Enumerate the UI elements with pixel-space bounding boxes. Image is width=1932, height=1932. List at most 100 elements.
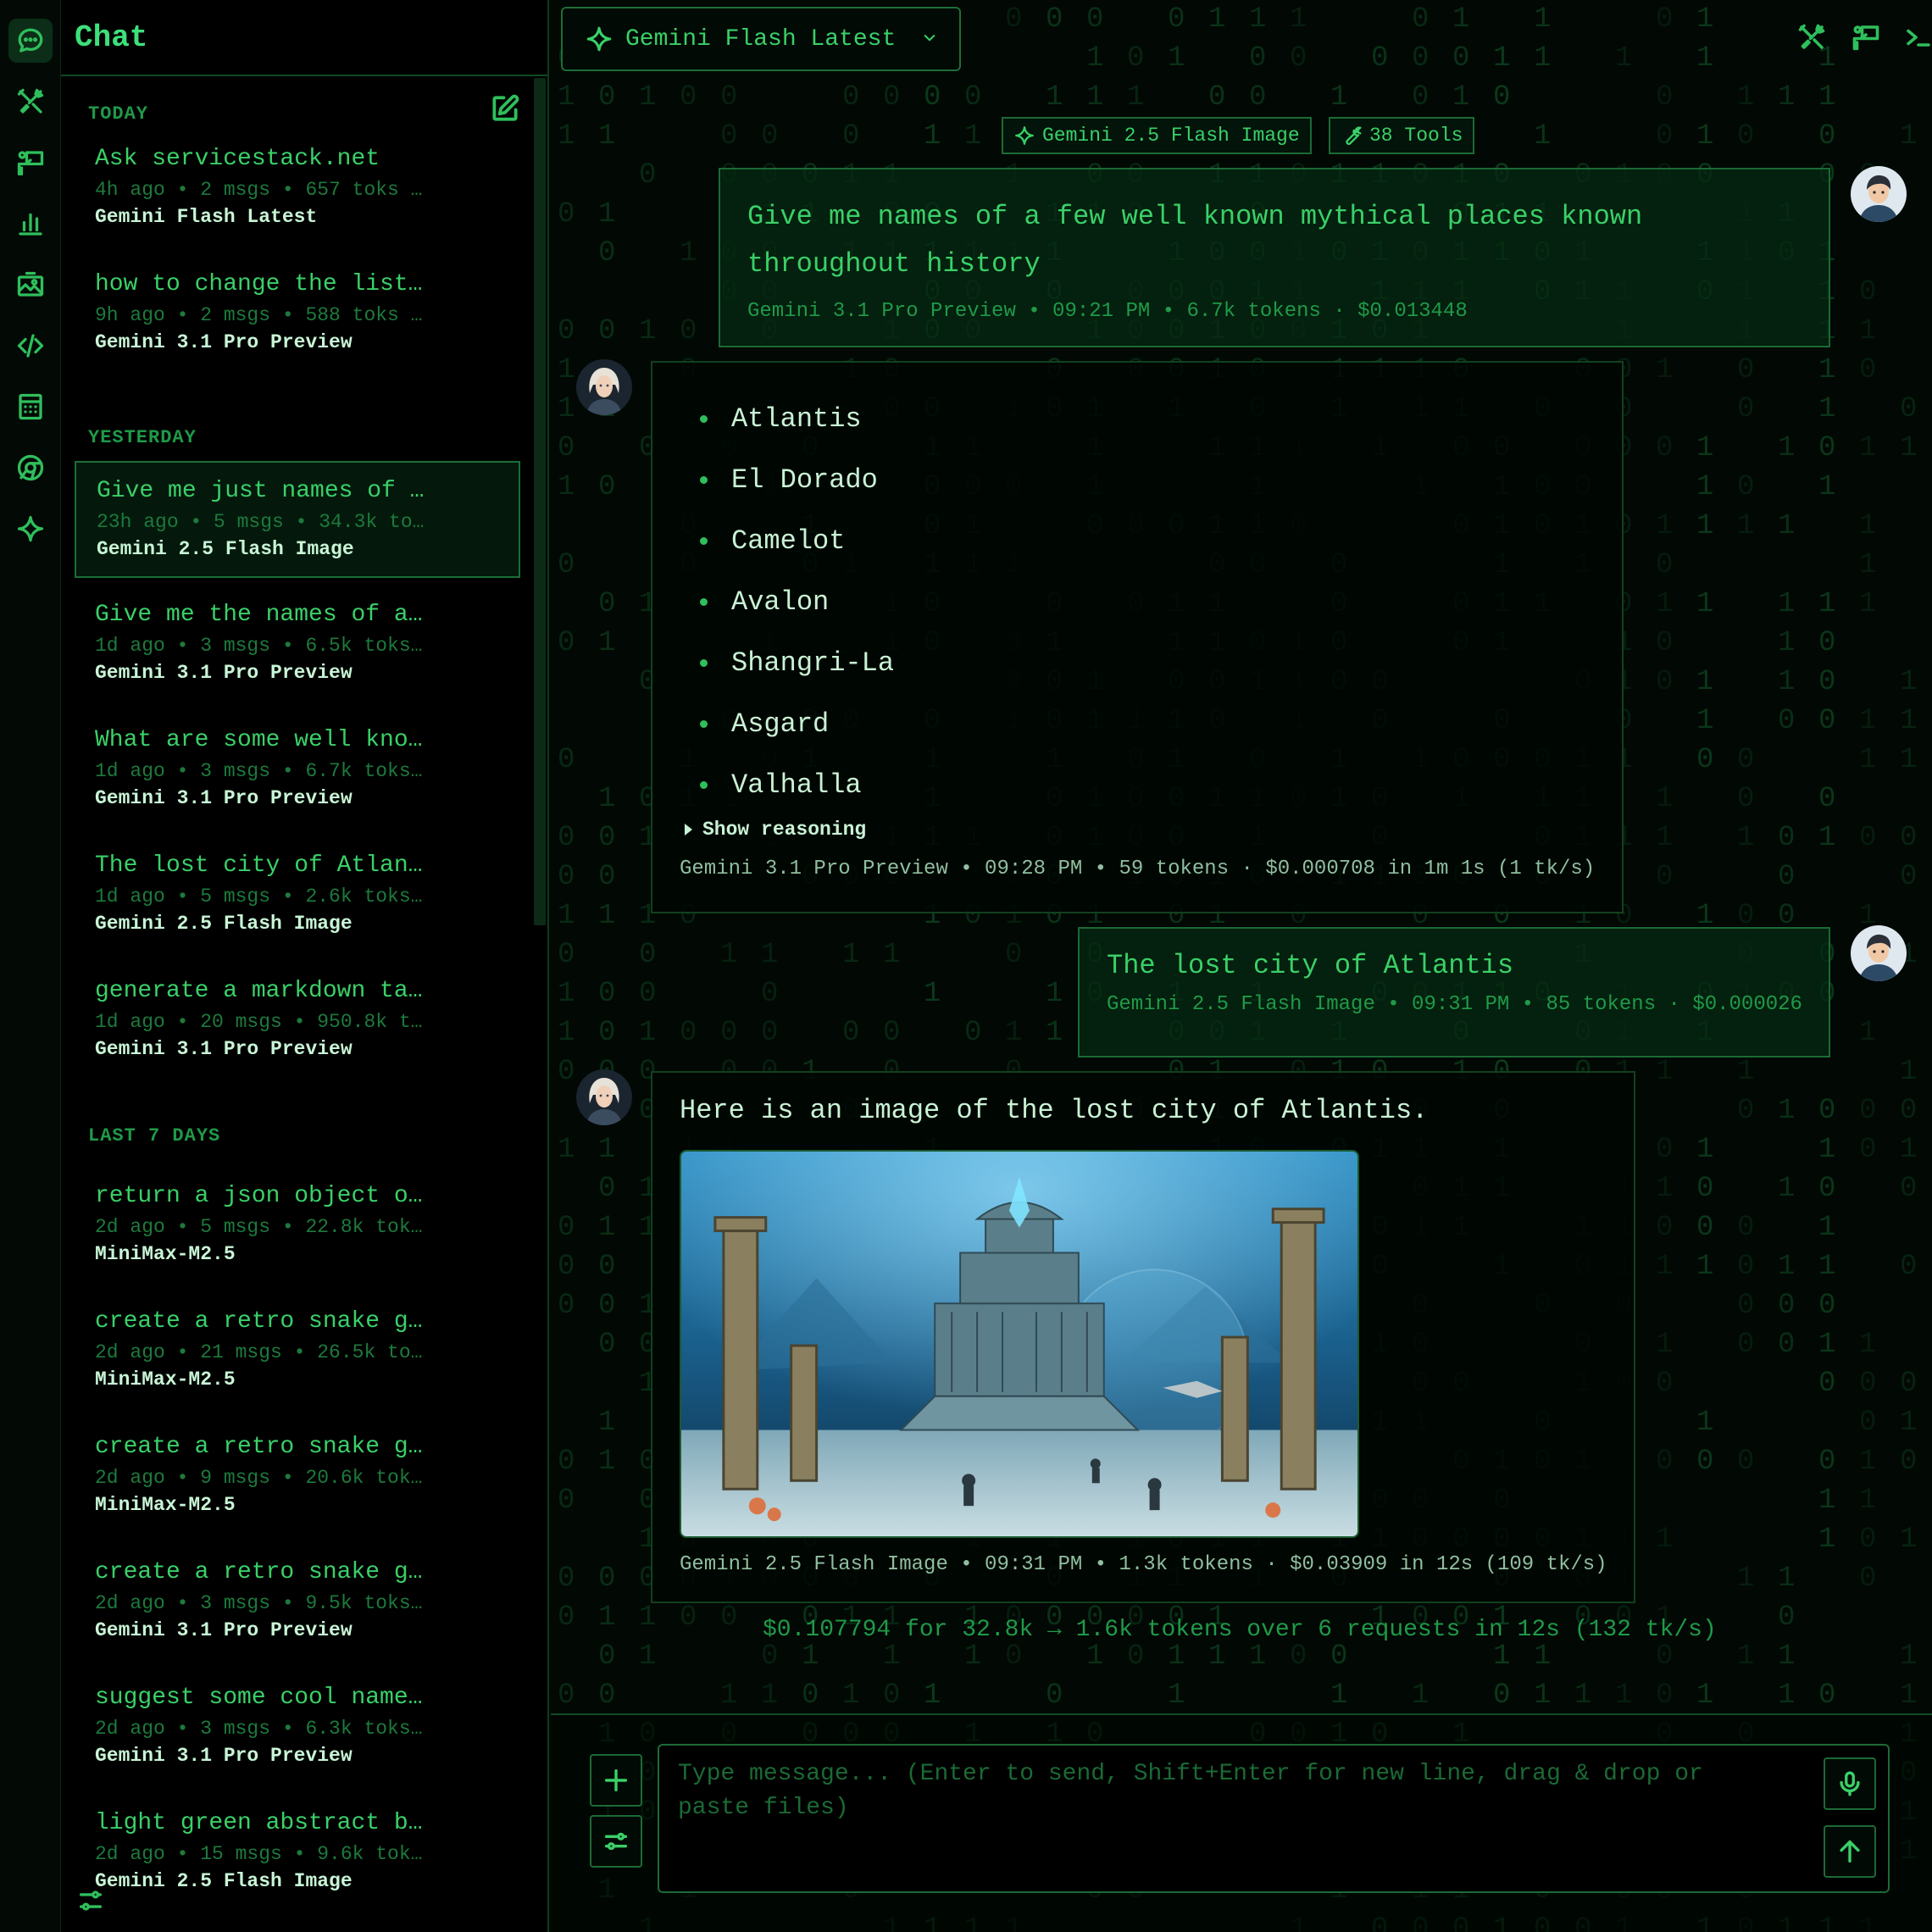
conversation-item[interactable]: create a retro snake g… 2d ago • 3 msgs •… <box>75 1544 520 1661</box>
chat-nav-icon[interactable] <box>8 19 53 63</box>
conversation-item[interactable]: What are some well kno… 1d ago • 3 msgs •… <box>75 712 520 829</box>
plus-icon <box>604 1768 628 1792</box>
conversation-model: Gemini 2.5 Flash Image <box>95 1870 353 1892</box>
conversation-item[interactable]: Give me the names of a… 1d ago • 3 msgs •… <box>75 586 520 703</box>
show-reasoning-label: Show reasoning <box>702 819 867 841</box>
conversation-title: create a retro snake g… <box>95 1434 423 1460</box>
conversation-item[interactable]: return a json object o… 2d ago • 5 msgs •… <box>75 1168 520 1285</box>
message-meta: Gemini 2.5 Flash Image • 09:31 PM • 85 t… <box>1107 993 1802 1016</box>
conversation-item[interactable]: generate a markdown ta… 1d ago • 20 msgs … <box>75 963 520 1080</box>
tools-chip-label: 38 Tools <box>1369 125 1463 147</box>
model-chip[interactable]: Gemini 2.5 Flash Image <box>1002 117 1312 154</box>
conversation-model: Gemini 3.1 Pro Preview <box>95 787 353 809</box>
conversation-item[interactable]: Ask servicestack.net 4h ago • 2 msgs • 65… <box>75 130 520 247</box>
conversation-title: Give me just names of … <box>97 478 425 504</box>
conversation-meta: 2d ago • 5 msgs • 22.8k tok… <box>95 1216 423 1238</box>
show-reasoning-toggle[interactable]: Show reasoning <box>680 819 1595 841</box>
presentation-icon[interactable] <box>1847 19 1885 56</box>
message-input[interactable] <box>658 1744 1890 1893</box>
analytics-nav-icon[interactable] <box>8 202 53 246</box>
conversation-meta: 9h ago • 2 msgs • 588 toks … <box>95 304 423 326</box>
sliders-icon <box>604 1832 628 1851</box>
conversation-list[interactable]: TODAY YESTERDAY LAST 7 DAYS Ask services… <box>61 78 534 1932</box>
send-button[interactable] <box>1824 1825 1876 1878</box>
list-item: El Dorado <box>680 449 1595 510</box>
conversation-meta: 23h ago • 5 msgs • 34.3k to… <box>97 511 425 533</box>
caret-right-icon <box>685 824 692 836</box>
conversation-title: create a retro snake g… <box>95 1559 423 1585</box>
gemini-icon <box>1015 126 1034 145</box>
conversation-item[interactable]: create a retro snake g… 2d ago • 21 msgs … <box>75 1293 520 1410</box>
conversation-meta: 4h ago • 2 msgs • 657 toks … <box>95 179 423 201</box>
list-item: Atlantis <box>680 388 1595 449</box>
model-selector-label: Gemini Flash Latest <box>625 25 897 53</box>
conversation-title: return a json object o… <box>95 1183 423 1209</box>
group-label-today: TODAY <box>88 103 149 125</box>
conversation-model: Gemini 2.5 Flash Image <box>95 913 353 935</box>
conversation-title: suggest some cool name… <box>95 1685 423 1711</box>
add-attachment-button[interactable] <box>590 1754 642 1807</box>
group-label-yesterday: YESTERDAY <box>88 427 197 448</box>
composer-settings-button[interactable] <box>590 1815 642 1868</box>
conversation-meta: 1d ago • 3 msgs • 6.7k toks… <box>95 760 423 782</box>
assistant-avatar <box>576 1069 632 1125</box>
image-gallery-nav-icon[interactable] <box>8 263 53 307</box>
conversation-item[interactable]: how to change the list… 9h ago • 2 msgs •… <box>75 256 520 373</box>
voice-input-button[interactable] <box>1824 1757 1876 1810</box>
conversation-meta: 2d ago • 15 msgs • 9.6k tok… <box>95 1843 423 1865</box>
settings-sliders-icon[interactable] <box>76 1886 107 1917</box>
conversation-item[interactable]: The lost city of Atlan… 1d ago • 5 msgs •… <box>75 837 520 954</box>
conversation-title: Give me the names of a… <box>95 602 423 628</box>
calculator-nav-icon[interactable] <box>8 385 53 429</box>
gemini-icon <box>586 26 612 52</box>
code-nav-icon[interactable] <box>8 324 53 368</box>
gemini-nav-icon[interactable] <box>8 507 53 551</box>
conversation-meta: 2d ago • 21 msgs • 26.5k to… <box>95 1341 423 1363</box>
conversation-title: What are some well kno… <box>95 727 423 753</box>
conversation-model: Gemini 3.1 Pro Preview <box>95 1619 353 1641</box>
tools-chip[interactable]: 38 Tools <box>1329 117 1475 154</box>
conversation-title: Ask servicestack.net <box>95 146 380 172</box>
user-message-text: Give me names of a few well known mythic… <box>747 201 1643 280</box>
conversation-item[interactable]: light green abstract b… 2d ago • 15 msgs … <box>75 1795 520 1912</box>
new-chat-icon[interactable] <box>486 90 524 127</box>
model-selector[interactable]: Gemini Flash Latest <box>561 7 961 71</box>
chat-main: Gemini Flash Latest Gemini 2.5 Flash Ima… <box>551 0 1932 1932</box>
list-item: Asgard <box>680 693 1595 754</box>
conversation-model: MiniMax-M2.5 <box>95 1243 236 1265</box>
conversation-item[interactable]: suggest some cool name… 2d ago • 3 msgs •… <box>75 1669 520 1786</box>
wrench-icon <box>1346 126 1362 145</box>
conversation-model: Gemini 3.1 Pro Preview <box>95 662 353 684</box>
conversation-model: Gemini Flash Latest <box>95 206 318 228</box>
conversation-model: Gemini 3.1 Pro Preview <box>95 331 353 353</box>
conversation-item[interactable]: Give me just names of … 23h ago • 5 msgs … <box>75 461 520 578</box>
terminal-icon[interactable] <box>1900 19 1932 56</box>
conversation-title: how to change the list… <box>95 271 423 297</box>
generated-atlantis-image[interactable] <box>680 1150 1359 1538</box>
conversation-item[interactable]: create a retro snake g… 2d ago • 9 msgs •… <box>75 1418 520 1535</box>
assistant-avatar <box>576 359 632 415</box>
tools-icon[interactable] <box>1793 19 1830 56</box>
conversation-model: Gemini 3.1 Pro Preview <box>95 1745 353 1767</box>
conversation-meta: 1d ago • 20 msgs • 950.8k t… <box>95 1011 423 1033</box>
list-item: Shangri-La <box>680 632 1595 693</box>
sidebar-scrollbar[interactable] <box>534 78 546 925</box>
chat-sidebar: Chat TODAY YESTERDAY LAST 7 DAYS Ask ser… <box>61 0 549 1932</box>
user-message-text: The lost city of Atlantis <box>1107 950 1514 981</box>
tools-nav-icon[interactable] <box>8 80 53 124</box>
message-meta: Gemini 2.5 Flash Image • 09:31 PM • 1.3k… <box>680 1553 1607 1576</box>
group-label-last-7-days: LAST 7 DAYS <box>88 1125 221 1146</box>
conversation-title: generate a markdown ta… <box>95 978 423 1004</box>
user-message-1: Give me names of a few well known mythic… <box>719 168 1830 347</box>
microphone-icon <box>1840 1771 1860 1796</box>
conversation-meta: 1d ago • 3 msgs • 6.5k toks… <box>95 635 423 657</box>
browser-nav-icon[interactable] <box>8 446 53 490</box>
assistant-message-2: Here is an image of the lost city of Atl… <box>651 1071 1635 1603</box>
icon-rail <box>0 0 61 1932</box>
list-item: Avalon <box>680 571 1595 632</box>
presentation-nav-icon[interactable] <box>8 141 53 185</box>
conversation-summary: $0.107794 for 32.8k → 1.6k tokens over 6… <box>763 1617 1717 1643</box>
mythical-places-list: Atlantis El Dorado Camelot Avalon Shangri-La… <box>680 388 1595 815</box>
conversation-title: create a retro snake g… <box>95 1308 423 1335</box>
conversation-meta: 2d ago • 3 msgs • 6.3k toks… <box>95 1718 423 1740</box>
